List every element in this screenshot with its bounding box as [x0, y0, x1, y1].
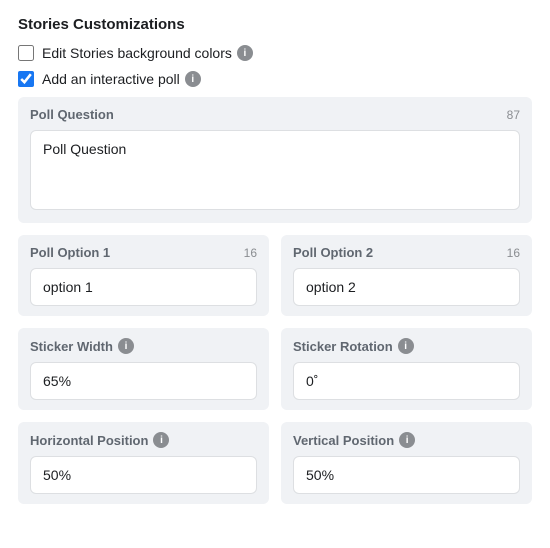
poll-options-row: Poll Option 1 16 Poll Option 2 16 — [18, 235, 532, 316]
vertical-position-info-icon[interactable]: i — [399, 432, 415, 448]
horizontal-position-info-icon[interactable]: i — [153, 432, 169, 448]
horizontal-position-box: Horizontal Position i — [18, 422, 269, 504]
poll-question-char-count: 87 — [507, 108, 520, 122]
sticker-rotation-info-icon[interactable]: i — [398, 338, 414, 354]
sticker-width-box: Sticker Width i — [18, 328, 269, 410]
bg-colors-checkbox[interactable] — [18, 45, 34, 61]
sticker-width-input[interactable] — [30, 362, 257, 400]
poll-option2-char-count: 16 — [507, 246, 520, 260]
vertical-position-header: Vertical Position i — [293, 432, 520, 448]
sticker-rotation-label: Sticker Rotation i — [293, 338, 414, 354]
vertical-position-label: Vertical Position i — [293, 432, 415, 448]
sticker-width-info-icon[interactable]: i — [118, 338, 134, 354]
poll-option1-label: Poll Option 1 — [30, 245, 110, 260]
poll-option1-box: Poll Option 1 16 — [18, 235, 269, 316]
interactive-poll-label[interactable]: Add an interactive poll i — [42, 71, 201, 87]
horizontal-position-header: Horizontal Position i — [30, 432, 257, 448]
poll-question-label: Poll Question — [30, 107, 114, 122]
poll-option1-char-count: 16 — [244, 246, 257, 260]
sticker-width-header: Sticker Width i — [30, 338, 257, 354]
interactive-poll-checkbox[interactable] — [18, 71, 34, 87]
bg-colors-label[interactable]: Edit Stories background colors i — [42, 45, 253, 61]
sticker-width-label: Sticker Width i — [30, 338, 134, 354]
vertical-position-input[interactable] — [293, 456, 520, 494]
section-title: Stories Customizations — [18, 16, 532, 33]
bg-colors-info-icon[interactable]: i — [237, 45, 253, 61]
poll-question-section: Poll Question 87 — [18, 97, 532, 223]
interactive-poll-info-icon[interactable]: i — [185, 71, 201, 87]
horizontal-position-input[interactable] — [30, 456, 257, 494]
poll-option1-input[interactable] — [30, 268, 257, 306]
poll-option2-box: Poll Option 2 16 — [281, 235, 532, 316]
sticker-rotation-box: Sticker Rotation i — [281, 328, 532, 410]
horizontal-position-label: Horizontal Position i — [30, 432, 169, 448]
sticker-rotation-input[interactable] — [293, 362, 520, 400]
poll-option2-input[interactable] — [293, 268, 520, 306]
poll-option1-header: Poll Option 1 16 — [30, 245, 257, 260]
vertical-position-box: Vertical Position i — [281, 422, 532, 504]
sticker-rotation-header: Sticker Rotation i — [293, 338, 520, 354]
poll-question-input[interactable] — [30, 130, 520, 210]
poll-option2-header: Poll Option 2 16 — [293, 245, 520, 260]
poll-option2-label: Poll Option 2 — [293, 245, 373, 260]
position-row: Horizontal Position i Vertical Position … — [18, 422, 532, 504]
interactive-poll-row: Add an interactive poll i — [18, 71, 532, 87]
sticker-row: Sticker Width i Sticker Rotation i — [18, 328, 532, 410]
bg-colors-row: Edit Stories background colors i — [18, 45, 532, 61]
poll-question-header: Poll Question 87 — [30, 107, 520, 122]
